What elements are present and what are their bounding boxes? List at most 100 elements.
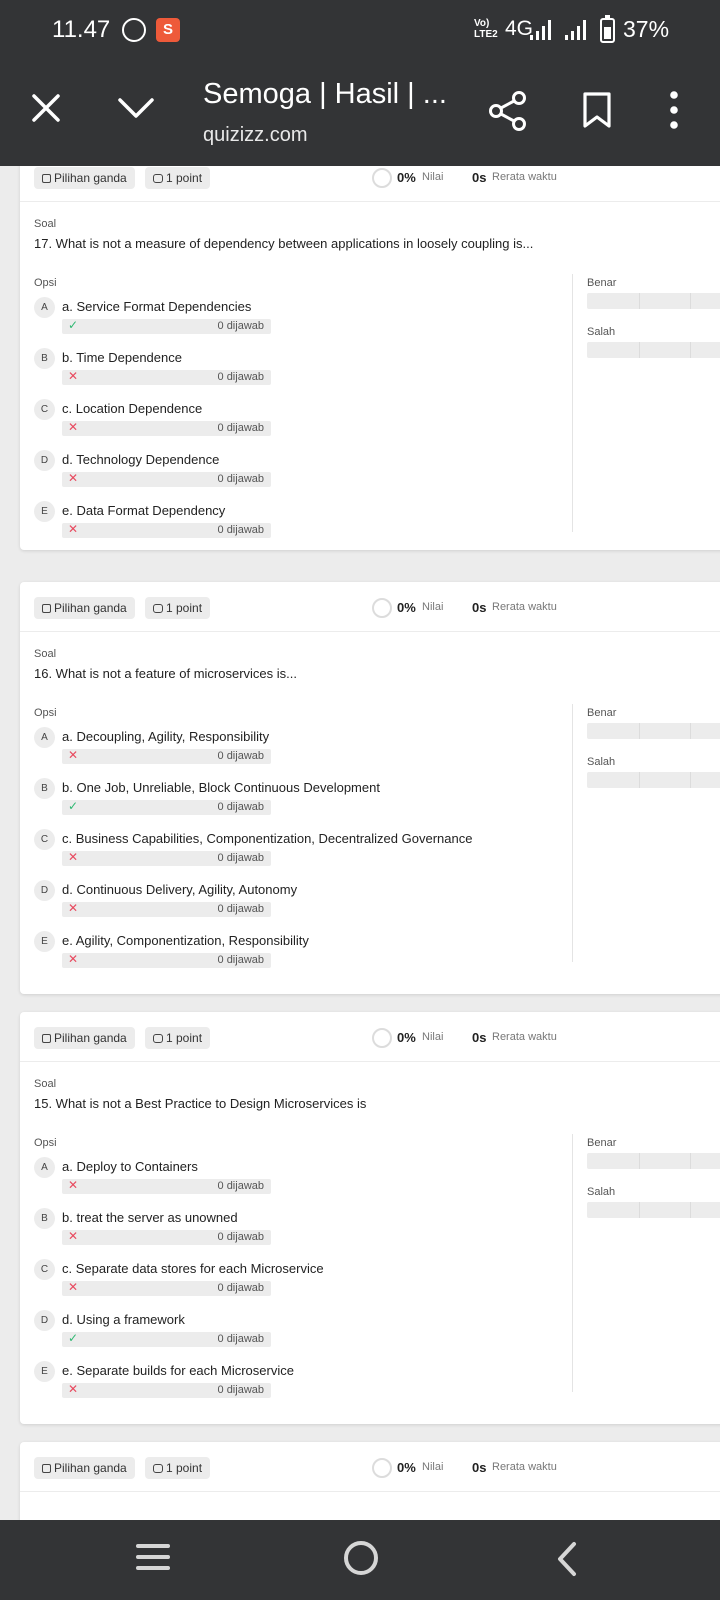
option-letter: C — [34, 1259, 55, 1280]
chevron-down-icon[interactable] — [116, 92, 156, 122]
page-url[interactable]: quizizz.com — [203, 124, 307, 147]
opsi-label: Opsi — [34, 277, 57, 289]
cross-icon: ✕ — [68, 1280, 79, 1294]
bookmark-icon[interactable] — [582, 92, 612, 128]
score-label: Nilai — [422, 601, 444, 613]
benar-bar — [587, 1153, 720, 1169]
option-text: d. Technology Dependence — [62, 452, 220, 467]
volte-icon: Vo) LTE2 — [474, 18, 498, 40]
soal-label: Soal — [34, 1078, 57, 1090]
option-item: B b. Time Dependence ✕ 0 dijawab — [34, 348, 554, 392]
signal-icon — [530, 20, 551, 40]
battery-icon — [600, 15, 615, 43]
option-item: A a. Decoupling, Agility, Responsibility… — [34, 727, 554, 771]
answer-count: 0 dijawab — [217, 473, 264, 485]
score-label: Nilai — [422, 171, 444, 183]
share-icon[interactable] — [488, 90, 528, 132]
answer-count: 0 dijawab — [217, 1180, 264, 1192]
option-letter: E — [34, 931, 55, 952]
answer-count: 0 dijawab — [217, 320, 264, 332]
answer-bar: ✕ 0 dijawab — [62, 1229, 271, 1245]
option-item: C c. Business Capabilities, Componentiza… — [34, 829, 554, 873]
network-type: 4G — [505, 17, 534, 40]
answer-count: 0 dijawab — [217, 852, 264, 864]
score-percent: 0% — [397, 600, 416, 615]
option-text: a. Service Format Dependencies — [62, 299, 252, 314]
answer-count: 0 dijawab — [217, 1333, 264, 1345]
answer-bar: ✓ 0 dijawab — [62, 1331, 271, 1347]
score-percent: 0% — [397, 1460, 416, 1475]
option-letter: E — [34, 1361, 55, 1382]
cross-icon: ✕ — [68, 522, 79, 536]
answer-bar: ✕ 0 dijawab — [62, 850, 271, 866]
score-label: Nilai — [422, 1031, 444, 1043]
option-text: c. Location Dependence — [62, 401, 203, 416]
battery-percent: 37% — [623, 16, 670, 42]
answer-bar: ✓ 0 dijawab — [62, 318, 271, 334]
close-icon[interactable] — [28, 90, 64, 126]
salah-label: Salah — [587, 1186, 616, 1198]
option-letter: C — [34, 399, 55, 420]
salah-label: Salah — [587, 756, 616, 768]
points-icon — [153, 174, 163, 183]
question-type-label: Pilihan ganda — [54, 1031, 127, 1045]
question-type-label: Pilihan ganda — [54, 171, 127, 185]
avg-time-label: Rerata waktu — [492, 171, 557, 183]
option-item: D d. Technology Dependence ✕ 0 dijawab — [34, 450, 554, 494]
option-item: A a. Service Format Dependencies ✓ 0 dija… — [34, 297, 554, 341]
check-icon: ✓ — [68, 799, 79, 813]
option-text: d. Continuous Delivery, Agility, Autonom… — [62, 882, 298, 897]
answer-count: 0 dijawab — [217, 371, 264, 383]
points-chip: 1 point — [145, 597, 211, 619]
answer-bar: ✕ 0 dijawab — [62, 748, 271, 764]
cross-icon: ✕ — [68, 1178, 79, 1192]
score-ring-icon — [372, 1028, 392, 1048]
option-item: E e. Data Format Dependency ✕ 0 dijawab — [34, 501, 554, 545]
points-icon — [153, 1464, 163, 1473]
card-header: Pilihan ganda 1 point 0% Nilai 0s Rerata… — [20, 582, 720, 632]
checkbox-icon — [42, 604, 51, 613]
answer-bar: ✕ 0 dijawab — [62, 471, 271, 487]
status-bar: 11.47 S Vo) LTE2 4G 37% — [0, 0, 720, 62]
points-label: 1 point — [166, 171, 203, 185]
option-text: d. Using a framework — [62, 1312, 185, 1327]
option-letter: D — [34, 880, 55, 901]
option-item: B b. One Job, Unreliable, Block Continuo… — [34, 778, 554, 822]
benar-bar — [587, 723, 720, 739]
answer-bar: ✕ 0 dijawab — [62, 952, 271, 968]
cross-icon: ✕ — [68, 1382, 79, 1396]
question-text: 15. What is not a Best Practice to Desig… — [34, 1096, 367, 1111]
report-content[interactable]: Pilihan ganda 1 point 0% Nilai 0s Rerata… — [0, 166, 720, 1520]
cross-icon: ✕ — [68, 850, 79, 864]
answer-count: 0 dijawab — [217, 422, 264, 434]
page-title: Semoga | Hasil | ... — [203, 78, 447, 110]
question-text: 17. What is not a measure of dependency … — [34, 236, 534, 251]
option-letter: C — [34, 829, 55, 850]
score-ring-icon — [372, 168, 392, 188]
card-header: Pilihan ganda 1 point 0% Nilai 0s Rerata… — [20, 166, 720, 202]
divider — [572, 704, 573, 962]
benar-label: Benar — [587, 707, 617, 719]
option-letter: D — [34, 1310, 55, 1331]
points-label: 1 point — [166, 601, 203, 615]
more-options-icon[interactable] — [664, 90, 684, 130]
points-chip: 1 point — [145, 167, 211, 189]
back-button[interactable] — [552, 1540, 582, 1578]
answer-bar: ✕ 0 dijawab — [62, 369, 271, 385]
salah-label: Salah — [587, 326, 616, 338]
option-text: b. One Job, Unreliable, Block Continuous… — [62, 780, 380, 795]
check-icon: ✓ — [68, 318, 79, 332]
answer-bar: ✕ 0 dijawab — [62, 420, 271, 436]
option-text: e. Separate builds for each Microservice — [62, 1363, 294, 1378]
question-type-label: Pilihan ganda — [54, 1461, 127, 1475]
option-item: D d. Continuous Delivery, Agility, Auton… — [34, 880, 554, 924]
home-button[interactable] — [344, 1541, 378, 1575]
recent-apps-button[interactable] — [136, 1544, 170, 1574]
answer-count: 0 dijawab — [217, 801, 264, 813]
option-letter: D — [34, 450, 55, 471]
question-text: 16. What is not a feature of microservic… — [34, 666, 297, 681]
benar-bar — [587, 293, 720, 309]
avg-time-label: Rerata waktu — [492, 601, 557, 613]
score-percent: 0% — [397, 170, 416, 185]
question-type-chip: Pilihan ganda — [34, 1027, 135, 1049]
